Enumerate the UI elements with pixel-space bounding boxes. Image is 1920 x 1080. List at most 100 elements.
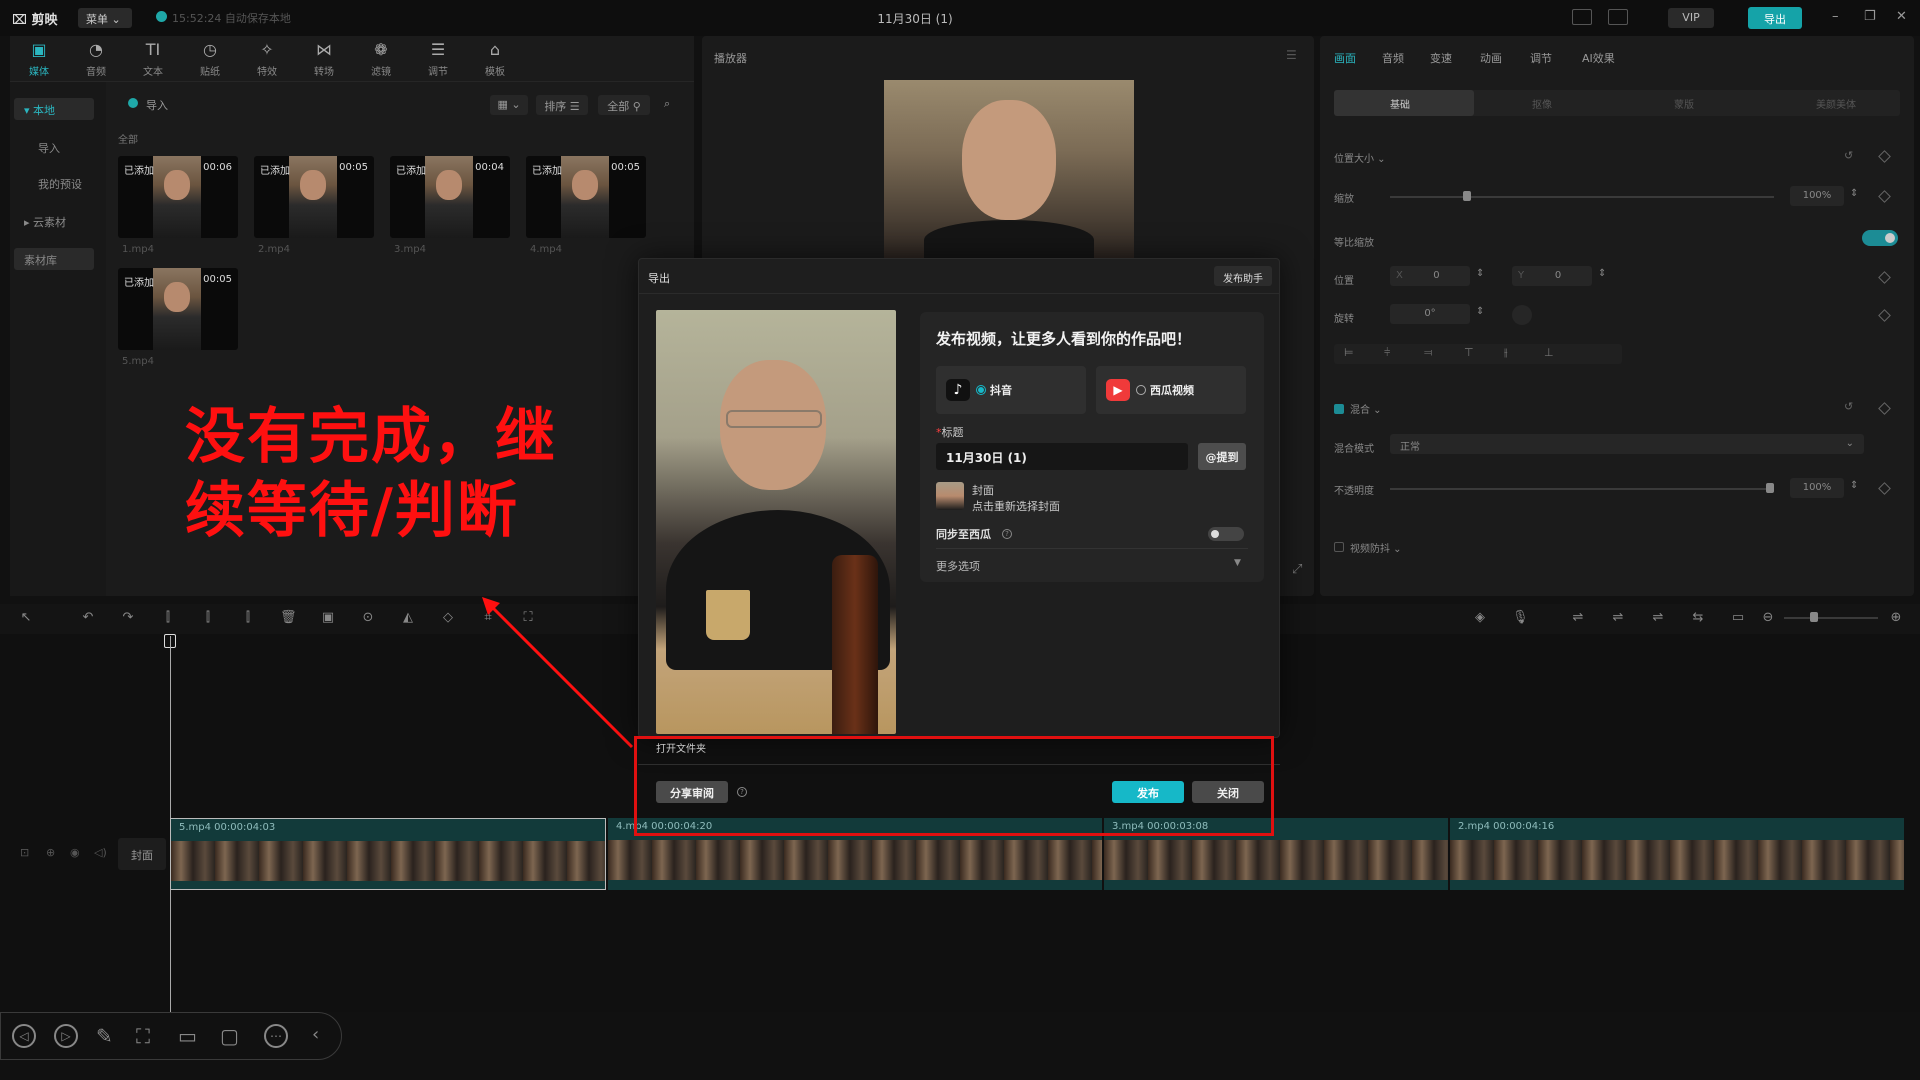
zoom-in-icon[interactable]: ⊕ <box>1888 610 1904 626</box>
title-input[interactable]: 11月30日 (1) <box>936 443 1188 470</box>
view-toggle[interactable]: ▦ ⌄ <box>490 95 528 115</box>
align-top-icon[interactable]: ⊤ <box>1464 346 1474 359</box>
sidebar-item-presets[interactable]: 我的预设 <box>14 172 94 194</box>
align-middle-icon[interactable]: ⫲ <box>1504 346 1508 360</box>
sidebar-item-local[interactable]: ▾ 本地 <box>14 98 94 120</box>
zoom-slider-knob[interactable] <box>1810 612 1818 622</box>
freeze-icon[interactable]: ▣ <box>320 610 336 626</box>
sidebar-item-library[interactable]: 素材库 <box>14 248 94 270</box>
blend-mode-select[interactable]: 正常 ⌄ <box>1390 434 1864 454</box>
platform-douyin[interactable]: ♪ 抖音 <box>936 366 1086 414</box>
fullscreen-icon[interactable]: ⤢ <box>1292 562 1302 577</box>
media-clip[interactable]: 已添加 00:05 <box>526 156 646 238</box>
align-center-icon[interactable]: ⫩ <box>1384 346 1390 360</box>
platform-xigua[interactable]: ▶ 西瓜视频 <box>1096 366 1246 414</box>
sidebar-item-import[interactable]: 导入 <box>14 136 94 158</box>
undo-icon[interactable]: ↶ <box>80 610 96 626</box>
import-button[interactable]: 导入 <box>146 97 168 113</box>
more-options[interactable]: 更多选项 <box>936 558 980 574</box>
record-icon[interactable]: ▭ <box>178 1024 197 1048</box>
tab-prop-0[interactable]: 画面 <box>1334 50 1356 66</box>
close-window-icon[interactable]: ✕ <box>1896 9 1907 24</box>
screenshot-icon[interactable]: ⛶ <box>136 1024 150 1048</box>
sync-xigua-toggle[interactable] <box>1208 527 1244 541</box>
tool-sticker[interactable]: ◷ 贴纸 <box>185 36 235 82</box>
xigua-radio[interactable] <box>1136 385 1146 395</box>
tool-filter[interactable]: ❁ 滤镜 <box>356 36 406 82</box>
mark-icon[interactable]: ◈ <box>1472 610 1488 626</box>
layout-icon[interactable] <box>1608 9 1628 25</box>
chevron-down-icon[interactable]: ▼ <box>1234 558 1241 568</box>
media-clip[interactable]: 已添加 00:04 <box>390 156 510 238</box>
tab-prop-3[interactable]: 动画 <box>1480 50 1502 66</box>
subtab-0[interactable]: 基础 <box>1390 96 1410 111</box>
tool-audio[interactable]: ◔ 音频 <box>71 36 121 82</box>
tool-adjust[interactable]: ☰ 调节 <box>413 36 463 82</box>
subtab-3[interactable]: 美颜美体 <box>1816 96 1856 111</box>
scale-slider-knob[interactable] <box>1462 191 1471 201</box>
mirror-icon[interactable]: ◭ <box>400 610 416 626</box>
snap-icon[interactable]: ⇌ <box>1650 610 1666 626</box>
tool-template[interactable]: ⌂ 模板 <box>470 36 520 82</box>
timeline-clip[interactable]: 5.mp4 00:00:04:03 <box>170 818 606 890</box>
pen-icon[interactable]: ✎ <box>96 1024 113 1048</box>
align-left-icon[interactable]: ⊨ <box>1344 346 1354 359</box>
tool-text[interactable]: TI 文本 <box>128 36 178 82</box>
split-right-icon[interactable]: ⫿ <box>240 610 256 626</box>
position-y-stepper[interactable]: ⇕ <box>1598 268 1606 279</box>
delete-icon[interactable]: 🗑 <box>280 610 297 626</box>
rotate-dial[interactable] <box>1512 305 1532 325</box>
zoom-out-icon[interactable]: ⊖ <box>1760 610 1776 626</box>
opacity-value[interactable]: 100% <box>1790 478 1844 498</box>
link-icon[interactable]: ⇌ <box>1570 610 1586 626</box>
cover-hint[interactable]: 点击重新选择封面 <box>972 498 1060 514</box>
minimize-icon[interactable]: – <box>1832 9 1839 24</box>
opacity-slider-knob[interactable] <box>1766 483 1774 493</box>
opacity-stepper[interactable]: ⇕ <box>1850 480 1858 491</box>
tab-prop-5[interactable]: AI效果 <box>1582 50 1615 66</box>
media-clip[interactable]: 已添加 00:05 <box>118 268 238 350</box>
help-icon[interactable]: ? <box>1002 529 1012 539</box>
select-icon[interactable]: ↖ <box>18 610 34 626</box>
tool-transition[interactable]: ⋈ 转场 <box>299 36 349 82</box>
align-right-icon[interactable]: ⫤ <box>1424 346 1432 360</box>
tool-media[interactable]: ▣ 媒体 <box>14 36 64 82</box>
reset-icon[interactable]: ↺ <box>1844 149 1853 162</box>
scale-slider[interactable] <box>1390 196 1774 198</box>
subtab-2[interactable]: 蒙版 <box>1674 96 1694 111</box>
track-lock-icon[interactable]: ⊕ <box>46 846 55 859</box>
maximize-icon[interactable]: ❐ <box>1864 9 1876 24</box>
speed-icon[interactable]: ⊙ <box>360 610 376 626</box>
media-clip[interactable]: 已添加 00:05 <box>254 156 374 238</box>
sort-button[interactable]: 排序 ☰ <box>536 95 588 115</box>
timeline-clip[interactable]: 2.mp4 00:00:04:16 <box>1450 818 1904 890</box>
mention-button[interactable]: @提到 <box>1198 443 1246 470</box>
export-button[interactable]: 导出 <box>1748 7 1802 29</box>
opacity-slider[interactable] <box>1390 488 1774 490</box>
uniform-scale-toggle[interactable] <box>1862 230 1898 246</box>
rotate-icon[interactable]: ◇ <box>440 610 456 626</box>
thumbnail-icon[interactable]: ▭ <box>1730 610 1746 626</box>
align-bottom-icon[interactable]: ⊥ <box>1544 346 1554 359</box>
back-icon[interactable]: ◁ <box>12 1024 36 1048</box>
track-lock-icon[interactable]: ⊡ <box>20 846 29 859</box>
publish-assistant-button[interactable]: 发布助手 <box>1214 266 1272 286</box>
track-audio-icon[interactable]: ◁) <box>94 846 107 859</box>
more-icon[interactable]: ⋯ <box>264 1024 288 1048</box>
mic-icon[interactable]: 🎙 <box>1512 610 1529 626</box>
tab-prop-2[interactable]: 变速 <box>1430 50 1452 66</box>
cover-button[interactable]: 封面 <box>118 838 166 870</box>
track-visibility-icon[interactable]: ◉ <box>70 846 80 859</box>
player-menu-icon[interactable]: ☰ <box>1286 48 1297 62</box>
magnet-icon[interactable]: ⇌ <box>1610 610 1626 626</box>
split-left-icon[interactable]: ⫿ <box>200 610 216 626</box>
reset-icon[interactable]: ↺ <box>1844 400 1853 413</box>
forward-icon[interactable]: ▷ <box>54 1024 78 1048</box>
tool-effects[interactable]: ✧ 特效 <box>242 36 292 82</box>
shortcut-icon[interactable] <box>1572 9 1592 25</box>
rotate-field[interactable]: 0° <box>1390 304 1470 324</box>
sidebar-item-cloud[interactable]: ▸ 云素材 <box>14 210 94 232</box>
subtab-1[interactable]: 抠像 <box>1532 96 1552 111</box>
vip-button[interactable]: VIP <box>1668 8 1714 28</box>
split-icon[interactable]: ⫿ <box>160 610 176 626</box>
